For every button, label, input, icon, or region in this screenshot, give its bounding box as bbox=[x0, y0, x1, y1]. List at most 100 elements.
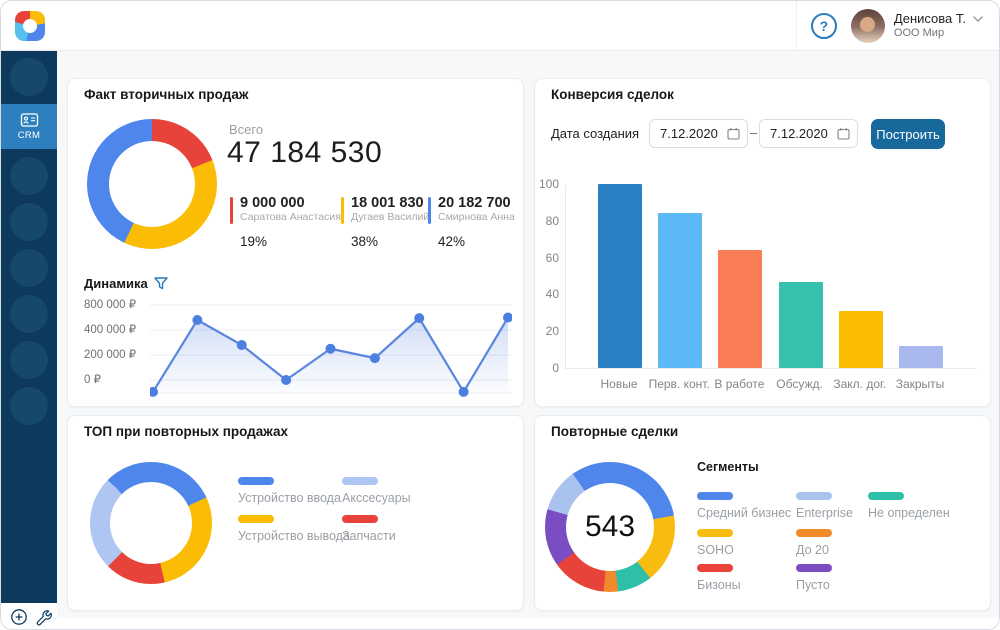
legend-color-pill bbox=[697, 564, 733, 572]
bar bbox=[779, 282, 823, 368]
legend-item: Устройство вывода bbox=[238, 515, 350, 543]
sidebar-item-2[interactable] bbox=[10, 157, 48, 195]
legend-color-pill bbox=[697, 492, 733, 500]
sidebar-item-7[interactable] bbox=[10, 387, 48, 425]
x-axis-label: Закрыты bbox=[896, 377, 945, 391]
user-menu[interactable]: Денисова Т. ООО Мир bbox=[894, 11, 983, 41]
date-from-input[interactable] bbox=[649, 119, 748, 148]
app-logo-icon[interactable] bbox=[15, 11, 45, 41]
total-label: Всего bbox=[229, 122, 263, 137]
chevron-down-icon bbox=[973, 16, 983, 22]
y-axis-tick: 800 000 ₽ bbox=[84, 297, 136, 311]
sidebar: CRM bbox=[1, 51, 57, 603]
legend-color-pill bbox=[796, 564, 832, 572]
legend-item: Enterprise bbox=[796, 492, 853, 520]
legend-value: 20 182 700 bbox=[438, 195, 515, 211]
repeat-deals-donut-chart: 543 bbox=[545, 462, 675, 592]
legend-color-bar bbox=[230, 197, 233, 224]
dashboard: Факт вторичных продаж Всего 47 184 530 9… bbox=[57, 51, 1000, 630]
fact-legend-item: 20 182 700Смирнова Анна 42% bbox=[428, 195, 515, 249]
y-axis-tick: 400 000 ₽ bbox=[84, 322, 136, 336]
fact-legend-item: 9 000 000Саратова Анастасия 19% bbox=[230, 195, 341, 249]
legend-item: SOHO bbox=[697, 529, 734, 557]
fact-legend: 9 000 000Саратова Анастасия 19% 18 001 830… bbox=[230, 195, 520, 265]
bar bbox=[598, 184, 642, 368]
x-axis-label: Закл. дог. bbox=[833, 377, 886, 391]
line-point bbox=[326, 344, 336, 354]
fact-donut-chart bbox=[87, 119, 217, 249]
legend-item: Запчасти bbox=[342, 515, 396, 543]
card-top-repeat-sales: ТОП при повторных продажах Устройство вв… bbox=[67, 415, 524, 611]
crm-contact-card-icon bbox=[20, 112, 39, 128]
topbar-right: ? Денисова Т. ООО Мир bbox=[796, 1, 999, 50]
legend-value: 9 000 000 bbox=[240, 195, 341, 211]
sidebar-footer bbox=[1, 603, 57, 630]
legend-color-pill bbox=[868, 492, 904, 500]
date-from-wrap bbox=[649, 119, 748, 148]
line-point bbox=[503, 313, 512, 323]
y-axis-tick: 100 bbox=[539, 177, 559, 191]
legend-percent: 42% bbox=[438, 234, 515, 249]
y-axis-tick: 20 bbox=[546, 324, 559, 338]
x-axis-label: В работе bbox=[714, 377, 764, 391]
y-axis-tick: 0 ₽ bbox=[84, 372, 101, 386]
top-bar: ? Денисова Т. ООО Мир bbox=[1, 1, 999, 51]
bar-chart-y-axis: 020406080100 bbox=[535, 185, 559, 369]
date-range-separator: – bbox=[750, 125, 757, 140]
sidebar-item-3[interactable] bbox=[10, 203, 48, 241]
legend-item: Акссесуары bbox=[342, 477, 411, 505]
sidebar-item-1[interactable] bbox=[10, 58, 48, 96]
top-repeat-legend: Устройство вводаАкссесуары Устройство выв… bbox=[238, 477, 508, 557]
y-axis-tick: 80 bbox=[546, 214, 559, 228]
legend-name: Саратова Анастасия bbox=[240, 211, 341, 223]
line-point bbox=[192, 315, 202, 325]
legend-label: SOHO bbox=[697, 543, 734, 557]
app-window: ? Денисова Т. ООО Мир bbox=[0, 0, 1000, 630]
legend-color-bar bbox=[428, 197, 431, 224]
legend-percent: 19% bbox=[240, 234, 341, 249]
legend-label: Устройство вывода bbox=[238, 529, 350, 543]
dynamics-title: Динамика bbox=[84, 276, 148, 291]
card-repeat-deals: Повторные сделки 543 Сегменты Средний би… bbox=[534, 415, 991, 611]
legend-label: Пусто bbox=[796, 578, 832, 592]
bar bbox=[718, 250, 762, 368]
date-created-label: Дата создания bbox=[551, 126, 639, 141]
avatar[interactable] bbox=[851, 9, 885, 43]
legend-item: Устройство ввода bbox=[238, 477, 341, 505]
bar bbox=[839, 311, 883, 368]
legend-color-pill bbox=[342, 477, 378, 485]
top-repeat-donut-chart bbox=[90, 462, 212, 584]
legend-label: До 20 bbox=[796, 543, 832, 557]
add-button[interactable] bbox=[10, 608, 28, 626]
y-axis-tick: 40 bbox=[546, 287, 559, 301]
repeat-deals-legend: Средний бизнес Enterprise Не определен SOHO… bbox=[697, 492, 982, 602]
x-axis-label: Новые bbox=[600, 377, 637, 391]
sidebar-item-4[interactable] bbox=[10, 249, 48, 287]
legend-color-bar bbox=[341, 197, 344, 224]
sidebar-item-6[interactable] bbox=[10, 341, 48, 379]
card-title: ТОП при повторных продажах bbox=[84, 424, 288, 439]
legend-percent: 38% bbox=[351, 234, 429, 249]
sidebar-item-5[interactable] bbox=[10, 295, 48, 333]
y-axis-tick: 200 000 ₽ bbox=[84, 347, 136, 361]
card-title: Конверсия сделок bbox=[551, 87, 674, 102]
filter-icon[interactable] bbox=[154, 277, 168, 290]
y-axis-tick: 60 bbox=[546, 251, 559, 265]
bar bbox=[899, 346, 943, 368]
legend-label: Средний бизнес bbox=[697, 506, 791, 520]
legend-label: Не определен bbox=[868, 506, 950, 520]
line-point bbox=[281, 375, 291, 385]
sidebar-item-crm[interactable]: CRM bbox=[1, 104, 57, 149]
conversion-bar-chart bbox=[565, 185, 977, 369]
wrench-settings-button[interactable] bbox=[34, 608, 52, 626]
legend-name: Смирнова Анна bbox=[438, 211, 515, 223]
legend-label: Enterprise bbox=[796, 506, 853, 520]
line-point bbox=[370, 353, 380, 363]
date-to-input[interactable] bbox=[759, 119, 858, 148]
x-axis-label: Перв. конт. bbox=[649, 377, 710, 391]
build-button[interactable]: Построить bbox=[871, 119, 945, 149]
legend-item: Не определен bbox=[868, 492, 950, 520]
legend-value: 18 001 830 bbox=[351, 195, 429, 211]
bar bbox=[658, 213, 702, 368]
help-button[interactable]: ? bbox=[811, 13, 837, 39]
